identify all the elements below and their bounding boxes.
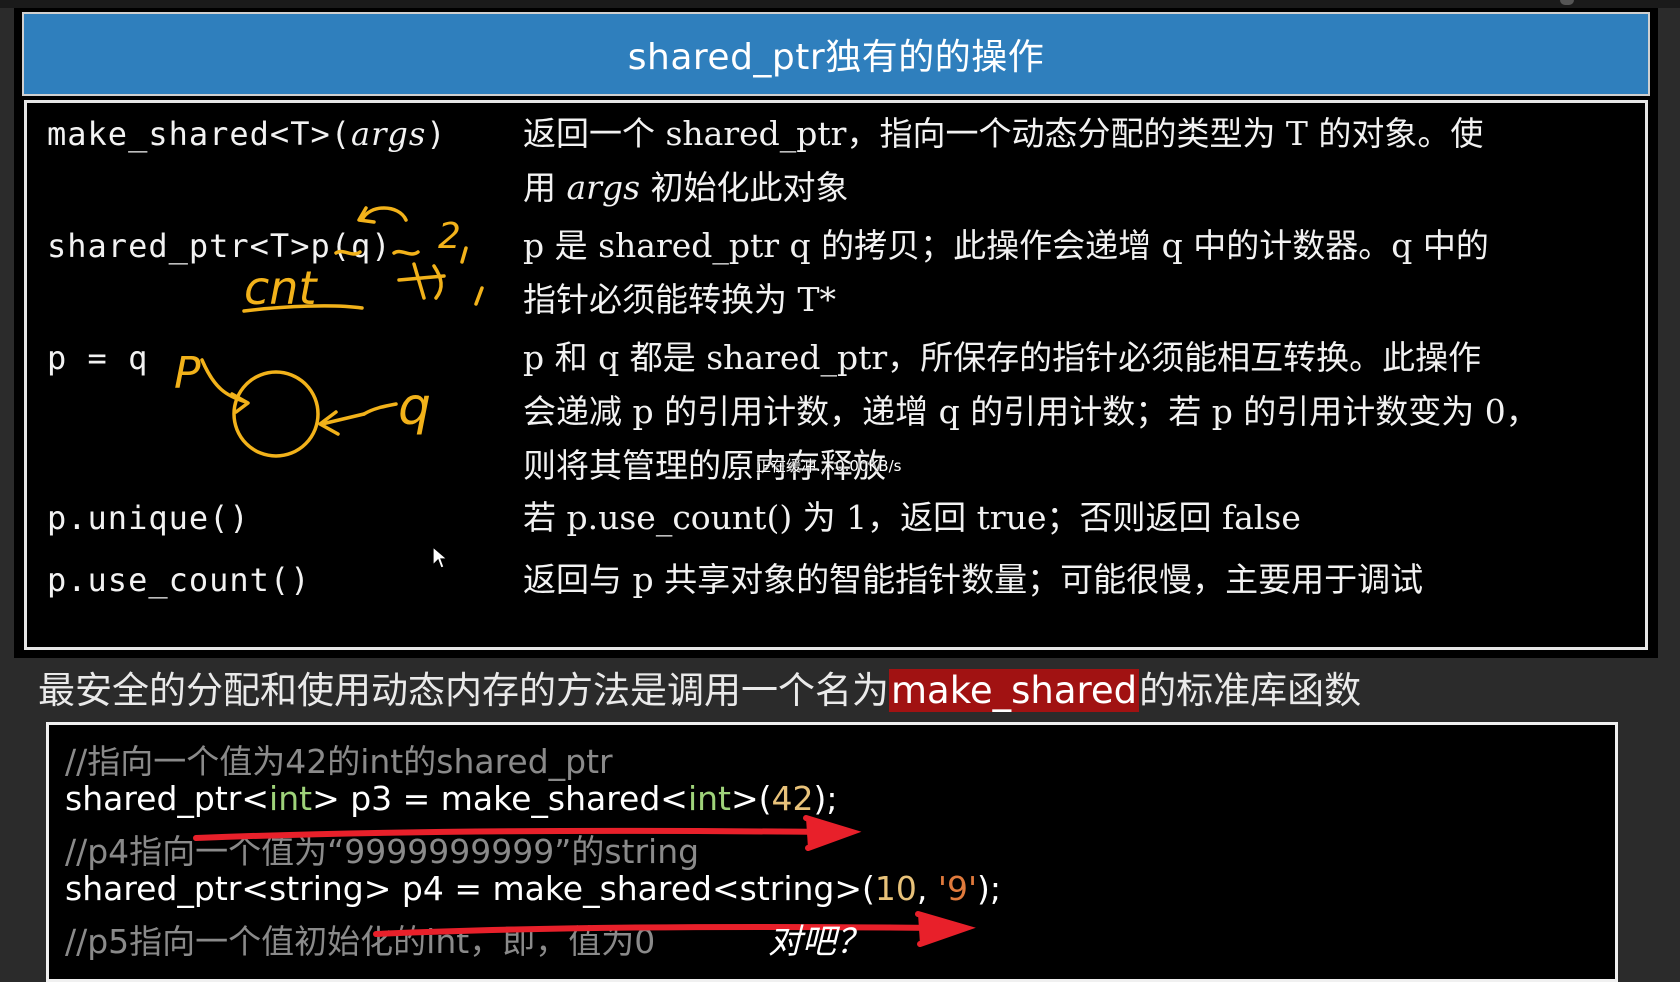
slide-table: shared_ptr独有的的操作 make_shared<T>(args) 返回… bbox=[14, 8, 1658, 658]
code-comment-3: //p5指向一个值初始化的int，即，值为0 bbox=[65, 922, 656, 961]
handwritten-note: 对吧？ bbox=[768, 922, 870, 962]
op-assign: p = q bbox=[47, 339, 149, 377]
mouse-cursor-icon bbox=[432, 546, 448, 569]
code-comment-1: //指向一个值为42的int的shared_ptr bbox=[65, 742, 613, 781]
code-line-p4: shared_ptr<string> p4 = make_shared<stri… bbox=[65, 869, 1002, 908]
op-use-count: p.use_count() bbox=[47, 561, 311, 599]
desc-make-shared: 返回一个 shared_ptr，指向一个动态分配的类型为 T 的对象。使用 ar… bbox=[523, 114, 1484, 207]
table-title: shared_ptr独有的的操作 bbox=[627, 37, 1045, 78]
caption: 最安全的分配和使用动态内存的方法是调用一个名为make_shared的标准库函数 bbox=[38, 669, 1362, 712]
desc-copy-ctor: p 是 shared_ptr q 的拷贝；此操作会递增 q 中的计数器。q 中的… bbox=[523, 226, 1489, 319]
op-unique: p.unique() bbox=[47, 499, 250, 537]
buffering-status: 正在缓冲... 0.00KB/s bbox=[756, 457, 902, 475]
top-strip bbox=[0, 0, 1680, 8]
op-make-shared: make_shared<T>(args) bbox=[47, 115, 447, 153]
table-header: shared_ptr独有的的操作 bbox=[22, 12, 1650, 96]
desc-use-count: 返回与 p 共享对象的智能指针数量；可能很慢，主要用于调试 bbox=[523, 560, 1424, 599]
code-line-p3: shared_ptr<int> p3 = make_shared<int>(42… bbox=[65, 779, 838, 818]
desc-unique: 若 p.use_count() 为 1，返回 true；否则返回 false bbox=[523, 498, 1301, 537]
op-copy-ctor: shared_ptr<T>p(q) bbox=[47, 227, 392, 265]
table-body: make_shared<T>(args) 返回一个 shared_ptr，指向一… bbox=[24, 100, 1648, 650]
desc-assign: p 和 q 都是 shared_ptr，所保存的指针必须能相互转换。此操作 会递减… bbox=[523, 338, 1539, 485]
make-shared-highlight: make_shared bbox=[889, 669, 1140, 712]
code-comment-2: //p4指向一个值为“9999999999”的string bbox=[65, 832, 700, 871]
